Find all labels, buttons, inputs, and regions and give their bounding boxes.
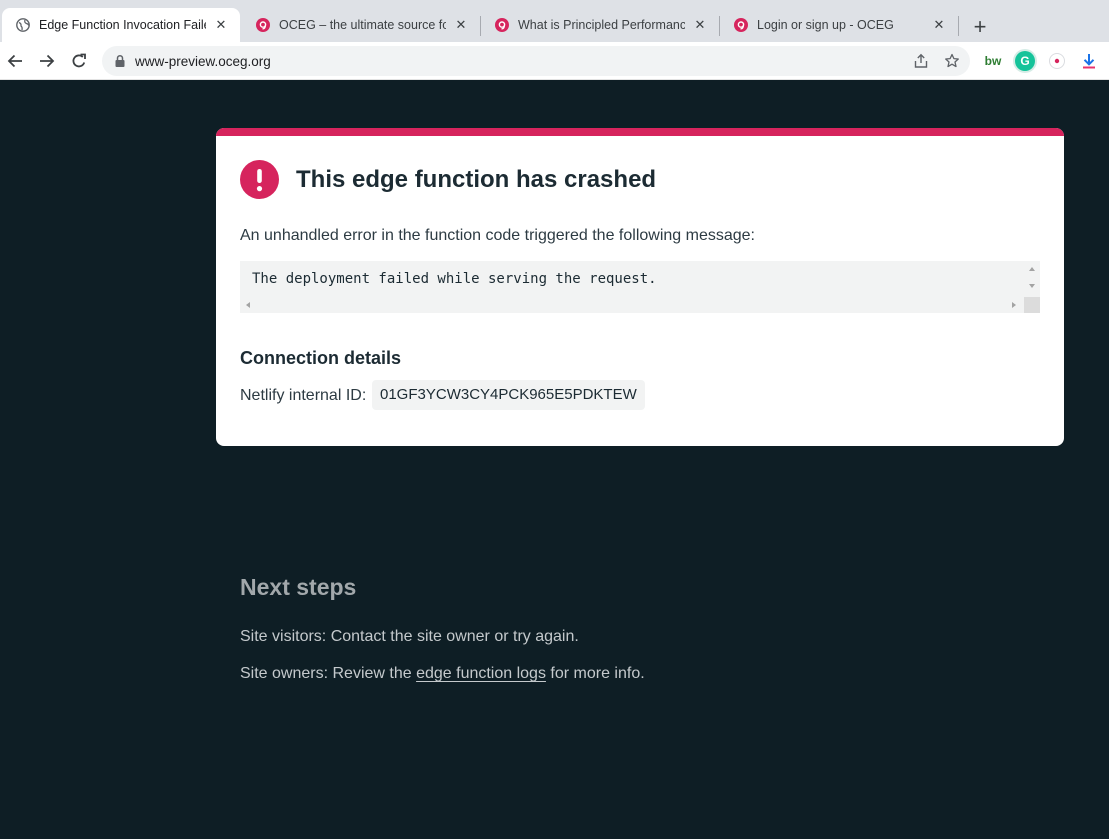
error-title: This edge function has crashed xyxy=(296,166,657,193)
scroll-down-icon[interactable] xyxy=(1029,284,1035,288)
internal-id-label: Netlify internal ID: xyxy=(240,387,367,404)
oceg-logo-icon xyxy=(734,18,748,32)
tab-principled-performance[interactable]: What is Principled Performance? ✕ xyxy=(481,8,719,42)
site-owners-text: Site owners: Review the edge function lo… xyxy=(240,665,645,683)
bw-extension-label: bw xyxy=(984,54,1002,68)
tab-title: Login or sign up - OCEG xyxy=(757,18,894,32)
tab-separator xyxy=(958,16,959,36)
arrow-right-icon xyxy=(40,54,55,68)
grammarly-icon[interactable]: G xyxy=(1015,51,1035,71)
connection-details-heading: Connection details xyxy=(240,348,402,368)
download-icon[interactable] xyxy=(1079,51,1099,71)
share-icon[interactable] xyxy=(912,52,930,70)
tab-edge-function-invocation-failed[interactable]: Edge Function Invocation Failed ✕ xyxy=(2,8,240,42)
back-button[interactable] xyxy=(3,49,27,73)
forward-button[interactable] xyxy=(35,49,59,73)
scrollbar-corner xyxy=(1024,297,1040,313)
browser-toolbar: www-preview.oceg.org bw G xyxy=(0,42,1109,80)
reload-icon xyxy=(72,53,86,68)
tab-title: What is Principled Performance? xyxy=(518,18,685,32)
error-message-box[interactable]: The deployment failed while serving the … xyxy=(240,261,1040,313)
tab-title: Edge Function Invocation Failed xyxy=(39,18,206,32)
error-message: The deployment failed while serving the … xyxy=(252,271,657,287)
oceg-logo-icon xyxy=(256,18,270,32)
scroll-right-icon[interactable] xyxy=(1012,302,1016,308)
tab-title: OCEG – the ultimate source for G xyxy=(279,18,446,32)
globe-icon xyxy=(16,18,30,32)
tab-oceg-ultimate-source[interactable]: OCEG – the ultimate source for G ✕ xyxy=(242,8,480,42)
card-accent-bar xyxy=(216,128,1064,136)
scroll-left-icon[interactable] xyxy=(246,302,250,308)
oceg-logo-icon xyxy=(495,18,509,32)
close-tab-icon[interactable]: ✕ xyxy=(691,16,709,34)
arrow-left-icon xyxy=(7,54,22,68)
error-card: This edge function has crashed An unhand… xyxy=(216,128,1064,446)
edge-function-logs-link[interactable]: edge function logs xyxy=(416,665,546,682)
url-text: www-preview.oceg.org xyxy=(135,54,271,69)
lock-icon xyxy=(115,54,125,67)
tab-strip: Edge Function Invocation Failed ✕ OCEG –… xyxy=(0,0,1109,42)
internal-id-value: 01GF3YCW3CY4PCK965E5PDKTEW xyxy=(372,380,645,410)
next-steps-heading: Next steps xyxy=(240,574,357,600)
site-visitors-text: Site visitors: Contact the site owner or… xyxy=(240,628,579,645)
address-bar[interactable]: www-preview.oceg.org xyxy=(102,46,970,76)
error-icon xyxy=(240,160,279,199)
vertical-scrollbar[interactable] xyxy=(1024,261,1040,297)
tab-login-oceg[interactable]: Login or sign up - OCEG ✕ xyxy=(720,8,958,42)
record-extension-icon[interactable] xyxy=(1047,51,1067,71)
bw-extension-icon[interactable]: bw xyxy=(983,51,1003,71)
close-tab-icon[interactable]: ✕ xyxy=(452,16,470,34)
grammarly-label: G xyxy=(1020,54,1030,68)
error-description: An unhandled error in the function code … xyxy=(240,227,755,244)
bookmark-star-icon[interactable] xyxy=(943,52,961,70)
close-tab-icon[interactable]: ✕ xyxy=(930,16,948,34)
new-tab-button[interactable]: + xyxy=(966,13,994,41)
horizontal-scrollbar[interactable] xyxy=(240,297,1024,313)
close-tab-icon[interactable]: ✕ xyxy=(212,16,230,34)
reload-button[interactable] xyxy=(67,49,91,73)
site-owners-prefix: Site owners: Review the xyxy=(240,665,417,682)
scroll-up-icon[interactable] xyxy=(1029,267,1035,271)
site-owners-suffix: for more info. xyxy=(545,665,645,682)
